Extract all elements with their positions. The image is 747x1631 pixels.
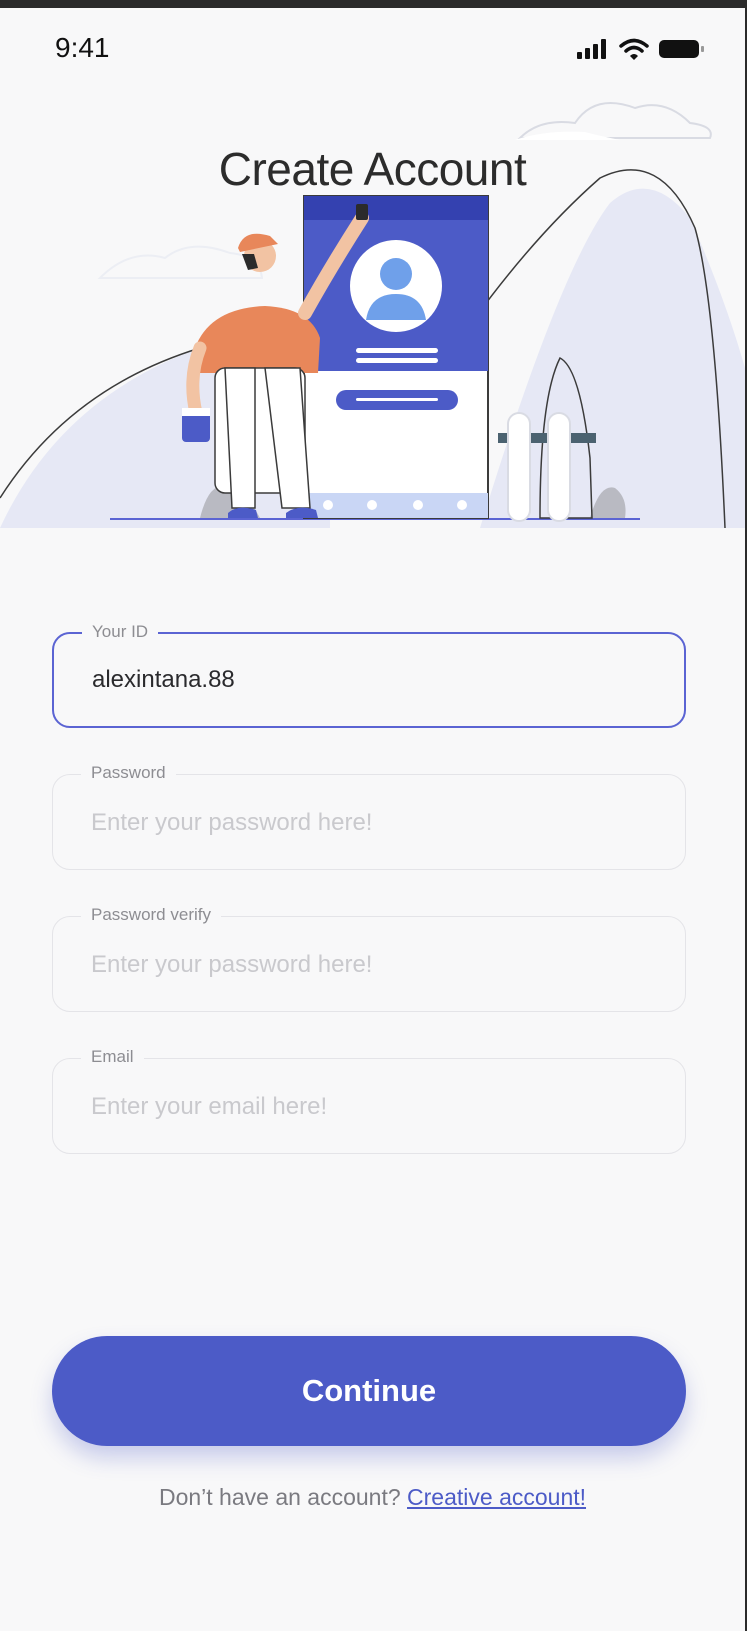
- user-id-field[interactable]: Your ID alexintana.88: [52, 622, 686, 728]
- hero-illustration: [0, 102, 745, 528]
- page-title: Create Account: [218, 143, 527, 195]
- email-field[interactable]: Email Enter your email here!: [52, 1047, 686, 1154]
- user-id-value: alexintana.88: [92, 666, 235, 693]
- user-id-label: Your ID: [82, 622, 159, 642]
- signal-icon: [577, 39, 609, 64]
- battery-icon: [659, 39, 705, 64]
- status-icons: [577, 38, 705, 65]
- email-placeholder: Enter your email here!: [91, 1093, 328, 1120]
- footer-prompt: Don’t have an account? Creative account!: [0, 1484, 745, 1511]
- email-label: Email: [81, 1047, 144, 1067]
- create-account-link[interactable]: Creative account!: [407, 1484, 586, 1510]
- password-placeholder: Enter your password here!: [91, 809, 373, 836]
- footer-prompt-text: Don’t have an account?: [158, 1484, 401, 1510]
- password-field[interactable]: Password Enter your password here!: [52, 763, 686, 870]
- password-verify-label: Password verify: [81, 905, 221, 925]
- wifi-icon: [619, 38, 649, 65]
- password-label: Password: [81, 763, 176, 783]
- status-time: 9:41: [55, 32, 110, 63]
- password-verify-field[interactable]: Password verify Enter your password here…: [52, 905, 686, 1012]
- continue-button[interactable]: Continue: [52, 1336, 686, 1446]
- password-verify-placeholder: Enter your password here!: [91, 951, 373, 978]
- phone-screen: 9:41 Create Account Your ID alexintana.8…: [0, 8, 745, 1631]
